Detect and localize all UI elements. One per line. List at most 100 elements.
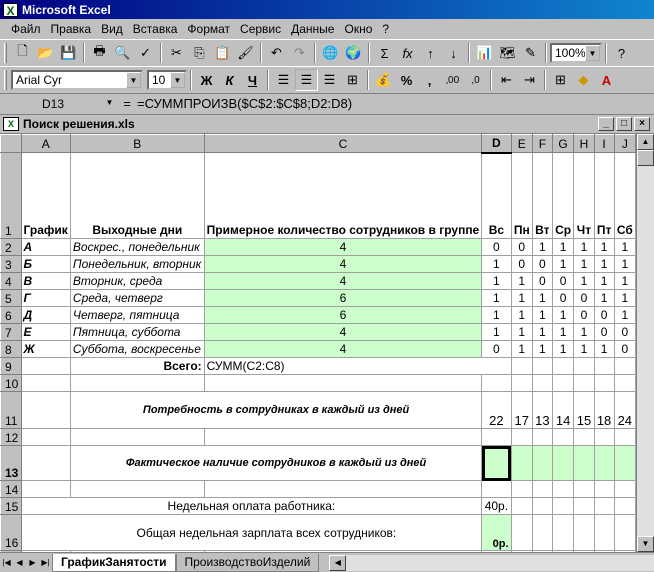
sheet-tab[interactable]: ПроизводствоИзделий bbox=[175, 553, 320, 572]
cell[interactable] bbox=[20, 357, 71, 375]
cell[interactable]: Выходные дни bbox=[69, 152, 205, 239]
cell[interactable]: 4 bbox=[203, 323, 483, 341]
cell[interactable]: 1 bbox=[510, 340, 533, 358]
cell[interactable]: А bbox=[20, 238, 71, 256]
cell[interactable] bbox=[20, 428, 71, 446]
row-header[interactable]: 6 bbox=[0, 306, 22, 324]
column-header[interactable]: G bbox=[551, 134, 575, 153]
cell[interactable]: 1 bbox=[551, 306, 575, 324]
cell[interactable] bbox=[531, 428, 553, 446]
cell[interactable]: 4 bbox=[203, 238, 483, 256]
cell[interactable] bbox=[573, 428, 595, 446]
cell[interactable]: Вторник, среда bbox=[69, 272, 205, 290]
fill-color-icon[interactable]: ◆ bbox=[572, 69, 595, 91]
close-icon[interactable]: × bbox=[634, 117, 650, 131]
cell[interactable]: Сб bbox=[613, 152, 636, 239]
cell[interactable]: 1 bbox=[613, 255, 636, 273]
cell[interactable]: 0 bbox=[481, 238, 512, 256]
menu-window[interactable]: Окно bbox=[339, 22, 377, 36]
cell[interactable] bbox=[69, 480, 205, 498]
cell[interactable]: 4 bbox=[203, 255, 483, 273]
row-header[interactable]: 15 bbox=[0, 497, 22, 515]
column-header[interactable]: C bbox=[203, 134, 483, 153]
spelling-icon[interactable]: ✓ bbox=[134, 42, 157, 64]
currency-icon[interactable]: 💰 bbox=[372, 69, 395, 91]
cell[interactable] bbox=[593, 374, 615, 392]
cell[interactable] bbox=[573, 374, 595, 392]
cell[interactable]: 1 bbox=[510, 289, 533, 307]
cell[interactable] bbox=[551, 514, 575, 551]
cell[interactable]: В bbox=[20, 272, 71, 290]
cell[interactable] bbox=[613, 445, 636, 481]
cell[interactable]: 1 bbox=[551, 340, 575, 358]
cell[interactable] bbox=[20, 374, 71, 392]
cell[interactable]: 0 bbox=[510, 238, 533, 256]
cell[interactable]: 1 bbox=[481, 255, 512, 273]
cell[interactable]: Вт bbox=[531, 152, 553, 239]
column-header[interactable]: E bbox=[510, 134, 533, 153]
font-select[interactable]: Arial Cyr ▼ bbox=[11, 70, 143, 90]
cell[interactable] bbox=[531, 514, 553, 551]
first-sheet-icon[interactable]: |◀ bbox=[0, 555, 13, 571]
cell[interactable]: 1 bbox=[593, 340, 615, 358]
vertical-scrollbar[interactable]: ▲ ▼ bbox=[636, 134, 654, 552]
cell[interactable]: 1 bbox=[613, 272, 636, 290]
chevron-down-icon[interactable]: ▼ bbox=[585, 45, 600, 61]
row-header[interactable]: 8 bbox=[0, 340, 22, 358]
cell[interactable] bbox=[510, 445, 533, 481]
cell[interactable] bbox=[551, 374, 575, 392]
cell[interactable] bbox=[531, 445, 553, 481]
hyperlink-icon[interactable]: 🌐 bbox=[319, 42, 342, 64]
row-header[interactable]: 3 bbox=[0, 255, 22, 273]
bold-button[interactable]: Ж bbox=[195, 69, 218, 91]
cell[interactable] bbox=[510, 374, 533, 392]
cell[interactable]: 24 bbox=[613, 391, 636, 429]
cell[interactable] bbox=[613, 480, 636, 498]
formula-input[interactable]: =СУММПРОИЗВ($C$2:$C$8;D2:D8) bbox=[137, 96, 352, 111]
redo-icon[interactable]: ↷ bbox=[288, 42, 311, 64]
scroll-thumb[interactable] bbox=[637, 150, 654, 166]
function-icon[interactable]: fx bbox=[396, 42, 419, 64]
cell[interactable]: 0 bbox=[510, 255, 533, 273]
cell[interactable]: Среда, четверг bbox=[69, 289, 205, 307]
row-header[interactable]: 5 bbox=[0, 289, 22, 307]
cell[interactable]: Г bbox=[20, 289, 71, 307]
align-left-icon[interactable]: ☰ bbox=[272, 69, 295, 91]
prev-sheet-icon[interactable]: ◀ bbox=[13, 555, 26, 571]
cell[interactable]: 0 bbox=[593, 323, 615, 341]
cell[interactable]: 1 bbox=[573, 255, 595, 273]
cell[interactable]: 14 bbox=[551, 391, 575, 429]
cell[interactable] bbox=[481, 374, 512, 392]
cell[interactable] bbox=[573, 497, 595, 515]
menu-tools[interactable]: Сервис bbox=[235, 22, 286, 36]
print-icon[interactable]: 🖶 bbox=[88, 42, 111, 64]
row-header[interactable]: 14 bbox=[0, 480, 22, 498]
cell[interactable] bbox=[613, 497, 636, 515]
cell[interactable]: Е bbox=[20, 323, 71, 341]
cell[interactable]: Примерное количество сотрудников в групп… bbox=[203, 152, 483, 239]
row-header[interactable]: 11 bbox=[0, 391, 22, 429]
cell[interactable]: Потребность в сотрудниках в каждый из дн… bbox=[69, 391, 483, 429]
row-header[interactable]: 13 bbox=[0, 445, 22, 481]
cell[interactable] bbox=[510, 357, 533, 375]
cell[interactable]: Всего: bbox=[69, 357, 205, 375]
merge-center-icon[interactable]: ⊞ bbox=[341, 69, 364, 91]
cell[interactable] bbox=[613, 428, 636, 446]
cell[interactable]: Четверг, пятница bbox=[69, 306, 205, 324]
select-all-corner[interactable] bbox=[0, 134, 22, 153]
cell[interactable] bbox=[510, 428, 533, 446]
cell[interactable]: 0 bbox=[551, 289, 575, 307]
row-header[interactable]: 7 bbox=[0, 323, 22, 341]
cell[interactable] bbox=[551, 445, 575, 481]
cell[interactable] bbox=[203, 428, 483, 446]
cell[interactable] bbox=[573, 514, 595, 551]
sort-ascending-icon[interactable]: ↑ bbox=[419, 42, 442, 64]
cell[interactable]: 0 bbox=[573, 289, 595, 307]
cell[interactable] bbox=[69, 428, 205, 446]
cell[interactable]: 1 bbox=[551, 323, 575, 341]
maximize-icon[interactable]: □ bbox=[616, 117, 632, 131]
cell[interactable] bbox=[510, 480, 533, 498]
cell[interactable]: 1 bbox=[573, 272, 595, 290]
chart-wizard-icon[interactable]: 📊 bbox=[473, 42, 496, 64]
cell[interactable]: 17 bbox=[510, 391, 533, 429]
